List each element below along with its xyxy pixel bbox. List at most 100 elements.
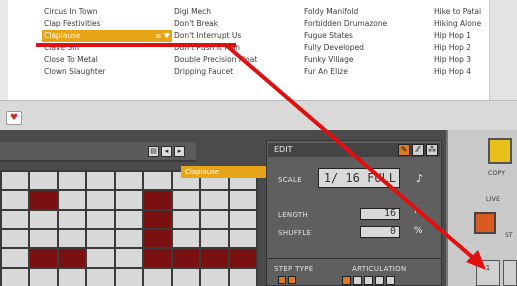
step-cell[interactable] — [229, 268, 256, 286]
step-cell[interactable] — [201, 191, 228, 209]
step-cell[interactable] — [87, 268, 114, 286]
pencil-tool-icon[interactable]: ✎ — [398, 144, 410, 156]
browser-item[interactable]: Don't Break — [172, 18, 302, 30]
step-cell[interactable] — [30, 191, 57, 209]
articulation-button[interactable] — [364, 276, 373, 285]
sequencer-nav-controls: ▤ ◂ ▸ — [148, 146, 185, 158]
step-cell[interactable] — [144, 268, 171, 286]
step-cell[interactable] — [115, 191, 143, 209]
step-cell[interactable] — [58, 230, 86, 248]
step-cell[interactable] — [172, 230, 200, 248]
step-cell[interactable] — [30, 230, 57, 248]
step-cell[interactable] — [87, 230, 114, 248]
pattern-menu-icon[interactable]: ▤ — [148, 146, 159, 157]
prev-arrow-icon[interactable]: ◂ — [161, 146, 172, 157]
browser-item[interactable]: Hip Hop 2 — [432, 42, 487, 54]
browser-item[interactable]: Hip Hop 3 — [432, 54, 487, 66]
step-cell[interactable] — [201, 230, 228, 248]
browser-item[interactable]: Hiking Alone — [432, 18, 487, 30]
step-cell[interactable] — [30, 249, 57, 267]
step-cell[interactable] — [172, 249, 200, 267]
step-type-button[interactable] — [288, 276, 296, 284]
step-cell[interactable] — [229, 230, 256, 248]
step-cell[interactable] — [172, 191, 200, 209]
step-cell[interactable] — [172, 210, 200, 228]
step-cell[interactable] — [144, 172, 171, 190]
step-two-button[interactable] — [503, 260, 517, 286]
browser-item[interactable]: Don't Push It Man — [172, 42, 302, 54]
browser-item[interactable]: Forbidden Drumazone — [302, 18, 432, 30]
step-cell[interactable] — [144, 249, 171, 267]
step-cell[interactable] — [201, 210, 228, 228]
step-cell[interactable] — [58, 191, 86, 209]
step-cell[interactable] — [2, 268, 29, 286]
step-cell[interactable] — [58, 210, 86, 228]
browser-item[interactable]: Funky Village — [302, 54, 432, 66]
browser-item[interactable]: Fully Developed — [302, 42, 432, 54]
step-cell[interactable] — [201, 268, 228, 286]
browser-item[interactable]: Foldy Manifold — [302, 6, 432, 18]
step-cell[interactable] — [87, 210, 114, 228]
step-cell[interactable] — [58, 268, 86, 286]
step-cell[interactable] — [229, 191, 256, 209]
step-cell[interactable] — [87, 191, 114, 209]
step-cell[interactable] — [58, 172, 86, 190]
live-button[interactable] — [474, 212, 496, 234]
articulation-button[interactable] — [353, 276, 362, 285]
browser-item[interactable]: Claplause ≡ ♥ — [42, 30, 172, 42]
step-one-button[interactable]: 1 — [476, 260, 500, 286]
step-cell[interactable] — [30, 210, 57, 228]
step-cell[interactable] — [2, 210, 29, 228]
step-cell[interactable] — [144, 191, 171, 209]
pattern-tool-icon[interactable]: ⁂ — [426, 144, 438, 156]
browser-item[interactable]: Fur An Elize — [302, 66, 432, 78]
next-arrow-icon[interactable]: ▸ — [174, 146, 185, 157]
favorite-heart-button[interactable]: ♥ — [6, 111, 22, 125]
browser-item[interactable]: Hike to Patai — [432, 6, 487, 18]
browser-item[interactable]: Hip Hop 4 — [432, 66, 487, 78]
step-cell[interactable] — [87, 172, 114, 190]
browser-item[interactable]: Close To Metal — [42, 54, 172, 66]
browser-item[interactable]: Circus In Town — [42, 6, 172, 18]
step-cell[interactable] — [115, 268, 143, 286]
edit-tool-icons: ✎ ⁄⁄ ⁂ — [398, 144, 438, 156]
scale-display[interactable]: 1/ 16 FULL — [318, 168, 400, 188]
articulation-button[interactable] — [375, 276, 384, 285]
step-cell[interactable] — [2, 172, 29, 190]
browser-item[interactable]: Double Precision Float — [172, 54, 302, 66]
step-cell[interactable] — [115, 172, 143, 190]
copy-button[interactable] — [488, 138, 512, 164]
browser-scroll-strip[interactable] — [489, 0, 517, 100]
step-cell[interactable] — [172, 268, 200, 286]
browser-item[interactable]: Clap Festivities — [42, 18, 172, 30]
step-cell[interactable] — [201, 249, 228, 267]
articulation-button[interactable] — [386, 276, 395, 285]
browser-item[interactable]: Dripping Faucet — [172, 66, 302, 78]
browser-item[interactable]: Fugue States — [302, 30, 432, 42]
step-cell[interactable] — [30, 268, 57, 286]
step-cell[interactable] — [144, 210, 171, 228]
step-cell[interactable] — [115, 230, 143, 248]
step-cell[interactable] — [115, 249, 143, 267]
line-tool-icon[interactable]: ⁄⁄ — [412, 144, 424, 156]
browser-item[interactable]: Clown Slaughter — [42, 66, 172, 78]
step-cell[interactable] — [229, 210, 256, 228]
shuffle-display[interactable]: 0 — [360, 226, 400, 238]
step-cell[interactable] — [2, 191, 29, 209]
step-cell[interactable] — [115, 210, 143, 228]
browser-item[interactable]: Hip Hop 1 — [432, 30, 487, 42]
step-cell[interactable] — [87, 249, 114, 267]
browser-item[interactable]: Digi Mech — [172, 6, 302, 18]
browser-item[interactable]: Don't Interrupt Us — [172, 30, 302, 42]
step-cell[interactable] — [2, 249, 29, 267]
step-cell[interactable] — [229, 249, 256, 267]
step-type-button[interactable] — [278, 276, 286, 284]
step-cell[interactable] — [30, 172, 57, 190]
step-cell[interactable] — [2, 230, 29, 248]
length-display[interactable]: 16 — [360, 208, 400, 220]
item-options-icon[interactable]: ≡ ♥ — [156, 30, 170, 42]
step-cell[interactable] — [144, 230, 171, 248]
articulation-button[interactable] — [342, 276, 351, 285]
step-cell[interactable] — [58, 249, 86, 267]
browser-item[interactable]: Clave Sin — [42, 42, 172, 54]
